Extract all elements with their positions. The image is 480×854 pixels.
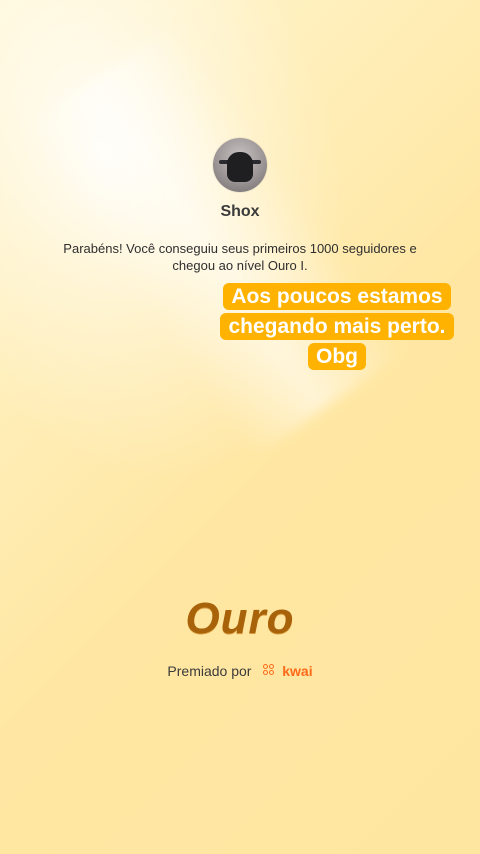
username: Shox xyxy=(220,203,260,220)
avatar[interactable] xyxy=(213,138,267,192)
awarded-by-label: Premiado por xyxy=(167,663,252,679)
kwai-logo-icon xyxy=(263,664,276,677)
achievement-message: Parabéns! Você conseguiu seus primeiros … xyxy=(63,241,417,273)
avatar-rider-shape xyxy=(227,152,253,182)
overlay-caption-text: Aos poucos estamos chegando mais perto. … xyxy=(220,283,454,370)
awarded-by: Premiado por kwai xyxy=(0,663,480,679)
kwai-brand-name: kwai xyxy=(282,663,313,679)
overlay-caption: Aos poucos estamos chegando mais perto. … xyxy=(215,282,459,372)
tier-title: Ouro xyxy=(185,594,295,643)
